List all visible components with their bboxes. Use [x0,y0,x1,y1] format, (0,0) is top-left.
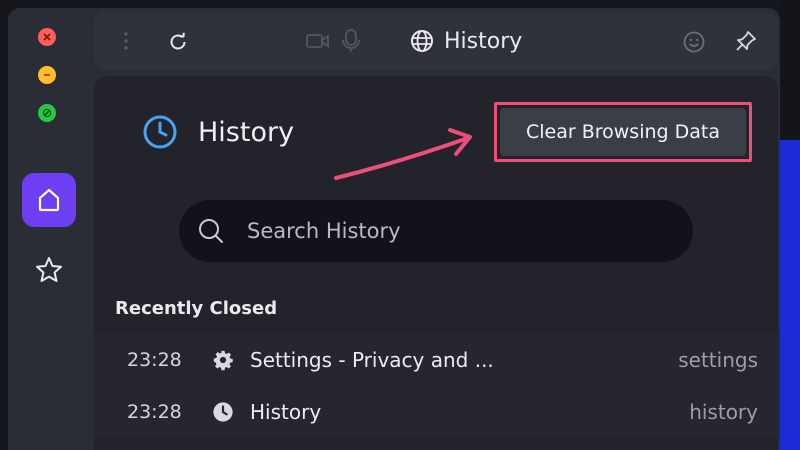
search-input[interactable] [247,219,667,243]
background-strip [780,140,800,450]
background-strip [780,0,800,140]
globe-icon [411,30,433,52]
minimize-window-button[interactable] [38,66,56,84]
close-window-button[interactable] [38,28,56,46]
pin-button[interactable] [732,27,760,55]
reload-button[interactable] [164,28,192,56]
list-item-time: 23:28 [127,349,182,371]
gear-icon [213,350,233,371]
list-item-title: History [250,400,322,424]
emoji-button[interactable] [680,28,708,56]
search-bar[interactable] [179,200,693,262]
microphone-icon [342,29,360,52]
history-panel: History Clear Browsing Data Recently Clo… [94,76,778,450]
fullscreen-icon [42,108,52,118]
clear-browsing-data-button[interactable]: Clear Browsing Data [500,108,746,156]
home-icon [38,188,60,212]
search-icon [199,219,223,243]
vertical-dots-icon [124,32,128,50]
close-icon [43,33,51,41]
camera-indicator [304,28,332,54]
list-item-time: 23:28 [127,401,182,423]
address-bar-title: History [444,28,523,54]
list-item-source: settings [678,348,758,372]
reload-icon [170,32,186,50]
page-header: History [142,114,294,150]
smiley-icon [683,31,705,53]
list-item[interactable]: 23:28 History history [94,386,778,438]
microphone-indicator [338,27,364,55]
sidebar-favorites-button[interactable] [22,243,76,297]
clock-icon [143,115,177,149]
sidebar-home-button[interactable] [22,173,76,227]
minimize-icon [44,74,50,76]
clear-browsing-data-highlight: Clear Browsing Data [494,102,752,162]
sidebar [18,18,80,450]
list-item-title: Settings - Privacy and ... [250,348,494,372]
toolbar: History [94,12,778,70]
camera-icon [306,34,329,48]
recently-closed-list: 23:28 Settings - Privacy and ... setting… [94,334,778,438]
star-icon [36,257,62,282]
pin-icon [736,31,756,51]
annotation-arrow [334,128,472,180]
list-item-source: history [689,400,758,424]
recently-closed-heading: Recently Closed [115,298,278,319]
more-menu-button[interactable] [116,30,136,52]
page-title: History [198,116,295,148]
address-bar[interactable]: History [410,26,522,56]
list-item[interactable]: 23:28 Settings - Privacy and ... setting… [94,334,778,386]
clock-icon [213,402,233,422]
fullscreen-window-button[interactable] [38,104,56,122]
